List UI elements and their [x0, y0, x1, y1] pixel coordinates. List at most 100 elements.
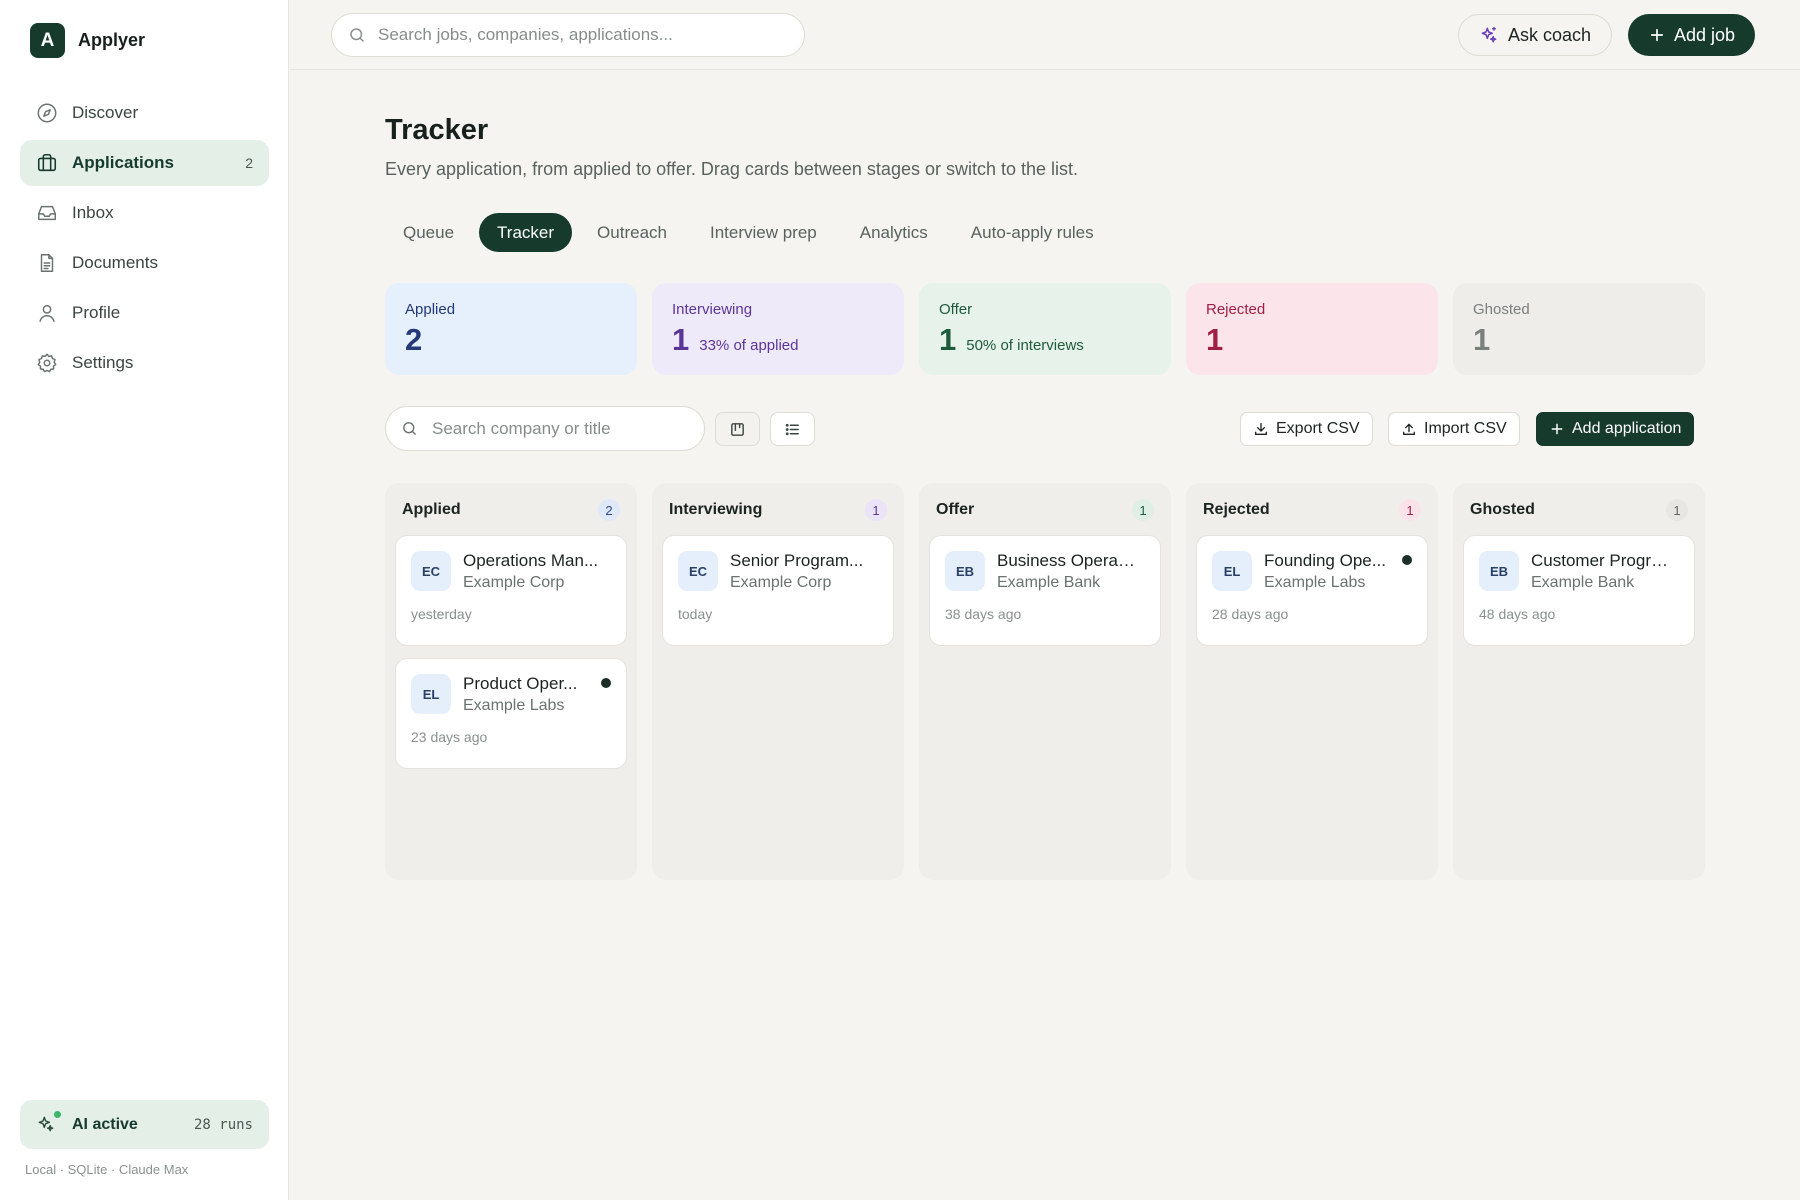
unread-indicator: [1402, 555, 1412, 565]
tab-interview-prep[interactable]: Interview prep: [692, 213, 835, 252]
column-header: Offer 1: [929, 497, 1161, 523]
company-logo: EC: [678, 551, 718, 591]
ask-coach-button[interactable]: Ask coach: [1458, 14, 1613, 56]
environment-note: Local · SQLite · Claude Max: [25, 1162, 189, 1177]
applied-time: yesterday: [411, 606, 472, 622]
ai-status-card[interactable]: AI active 28 runs: [20, 1100, 269, 1149]
sparkles-icon: [36, 1109, 62, 1136]
applied-time: 28 days ago: [1212, 606, 1289, 622]
stat-card-rejected[interactable]: Rejected 1: [1186, 283, 1438, 375]
upload-icon: [1401, 421, 1417, 437]
sidebar-item-profile[interactable]: Profile: [20, 290, 269, 336]
applied-time: 48 days ago: [1479, 606, 1556, 622]
brand[interactable]: A Applyer: [30, 23, 145, 58]
tab-bar: Queue Tracker Outreach Interview prep An…: [385, 213, 1119, 252]
column-title: Applied: [402, 501, 461, 518]
board-toolbar: Export CSV Import CSV Add application: [385, 406, 1705, 452]
column-count-badge: 1: [1399, 499, 1421, 521]
stat-label: Ghosted: [1473, 301, 1530, 318]
stat-note: 33% of applied: [699, 337, 799, 354]
tab-auto-apply-rules[interactable]: Auto-apply rules: [953, 213, 1112, 252]
company-logo: EL: [411, 674, 451, 714]
application-card[interactable]: EC Senior Program... Example Corp today: [662, 535, 894, 646]
board-column-rejected[interactable]: Rejected 1 EL Founding Ope... Example Labs 28…: [1186, 483, 1438, 880]
job-title: Customer Progra...: [1531, 551, 1671, 570]
sidebar-item-label: Settings: [72, 353, 134, 372]
job-title: Founding Ope...: [1264, 551, 1386, 570]
global-search-input[interactable]: [378, 25, 778, 45]
company-name: Example Corp: [730, 574, 832, 591]
ai-status-label: AI active: [72, 1115, 138, 1133]
tab-analytics[interactable]: Analytics: [842, 213, 946, 252]
export-csv-button[interactable]: Export CSV: [1240, 412, 1373, 446]
stat-label: Offer: [939, 301, 973, 318]
sparkles-icon: [1479, 25, 1499, 45]
column-header: Interviewing 1: [662, 497, 894, 523]
board-search-input[interactable]: [432, 418, 672, 439]
column-count-badge: 1: [865, 499, 887, 521]
application-card[interactable]: EC Operations Man... Example Corp yesterday: [395, 535, 627, 646]
stat-card-ghosted[interactable]: Ghosted 1: [1453, 283, 1705, 375]
sidebar-item-settings[interactable]: Settings: [20, 340, 269, 386]
stat-value: 1: [1206, 322, 1224, 357]
stat-label: Interviewing: [672, 301, 753, 318]
sidebar-item-discover[interactable]: Discover: [20, 90, 269, 136]
application-card[interactable]: EB Business Operati... Example Bank 38 days…: [929, 535, 1161, 646]
application-card[interactable]: EB Customer Progra... Example Bank 48 days …: [1463, 535, 1695, 646]
sidebar-item-applications[interactable]: Applications 2: [20, 140, 269, 186]
board-view-button[interactable]: [715, 412, 760, 446]
company-name: Example Bank: [997, 574, 1101, 591]
sidebar-item-label: Inbox: [72, 203, 114, 222]
list-view-button[interactable]: [770, 412, 815, 446]
ask-coach-label: Ask coach: [1508, 24, 1592, 45]
inbox-icon: [36, 202, 58, 224]
stats-row: Applied 2 Interviewing 1 33% of applied O…: [385, 283, 1705, 375]
app-logo: A: [30, 23, 65, 58]
global-search[interactable]: [331, 13, 805, 57]
user-icon: [36, 302, 58, 324]
tab-queue[interactable]: Queue: [385, 213, 472, 252]
application-card[interactable]: EL Product Oper... Example Labs 23 days ago: [395, 658, 627, 769]
tab-outreach[interactable]: Outreach: [579, 213, 685, 252]
board-column-offer[interactable]: Offer 1 EB Business Operati... Example Bank 3…: [919, 483, 1171, 880]
stat-value: 1: [1473, 322, 1491, 357]
add-application-button[interactable]: Add application: [1536, 412, 1695, 446]
sidebar-item-inbox[interactable]: Inbox: [20, 190, 269, 236]
stat-label: Rejected: [1206, 301, 1266, 318]
board-column-ghosted[interactable]: Ghosted 1 EB Customer Progra... Example Bank…: [1453, 483, 1705, 880]
company-name: Example Labs: [1264, 574, 1366, 591]
add-job-label: Add job: [1674, 24, 1736, 45]
stat-card-interviewing[interactable]: Interviewing 1 33% of applied: [652, 283, 904, 375]
add-application-label: Add application: [1572, 420, 1682, 437]
job-title: Operations Man...: [463, 551, 599, 570]
stat-card-applied[interactable]: Applied 2: [385, 283, 637, 375]
board-search[interactable]: [385, 406, 705, 451]
stat-value: 1: [672, 322, 690, 357]
column-header: Ghosted 1: [1463, 497, 1695, 523]
add-job-button[interactable]: Add job: [1628, 14, 1756, 56]
import-csv-button[interactable]: Import CSV: [1388, 412, 1520, 446]
stat-value: 2: [405, 322, 423, 357]
stat-note: 50% of interviews: [966, 337, 1084, 354]
column-header: Rejected 1: [1196, 497, 1428, 523]
import-csv-label: Import CSV: [1424, 420, 1507, 437]
sidebar: A Applyer Discover Applications 2 Inbox: [0, 0, 289, 1200]
briefcase-icon: [36, 152, 58, 174]
tab-tracker[interactable]: Tracker: [479, 213, 573, 252]
application-card[interactable]: EL Founding Ope... Example Labs 28 days ago: [1196, 535, 1428, 646]
column-header: Applied 2: [395, 497, 627, 523]
plus-icon: [1549, 421, 1565, 437]
board-column-applied[interactable]: Applied 2 EC Operations Man... Example Corp y…: [385, 483, 637, 880]
plus-icon: [1648, 26, 1666, 44]
export-csv-label: Export CSV: [1276, 420, 1360, 437]
stat-card-offer[interactable]: Offer 1 50% of interviews: [919, 283, 1171, 375]
sidebar-item-documents[interactable]: Documents: [20, 240, 269, 286]
board-column-interviewing[interactable]: Interviewing 1 EC Senior Program... Example …: [652, 483, 904, 880]
sidebar-nav: Discover Applications 2 Inbox Documents: [20, 90, 269, 390]
company-logo: EB: [1479, 551, 1519, 591]
column-title: Offer: [936, 501, 975, 518]
company-logo: EL: [1212, 551, 1252, 591]
applied-time: 23 days ago: [411, 729, 488, 745]
unread-indicator: [601, 678, 611, 688]
applied-time: 38 days ago: [945, 606, 1022, 622]
